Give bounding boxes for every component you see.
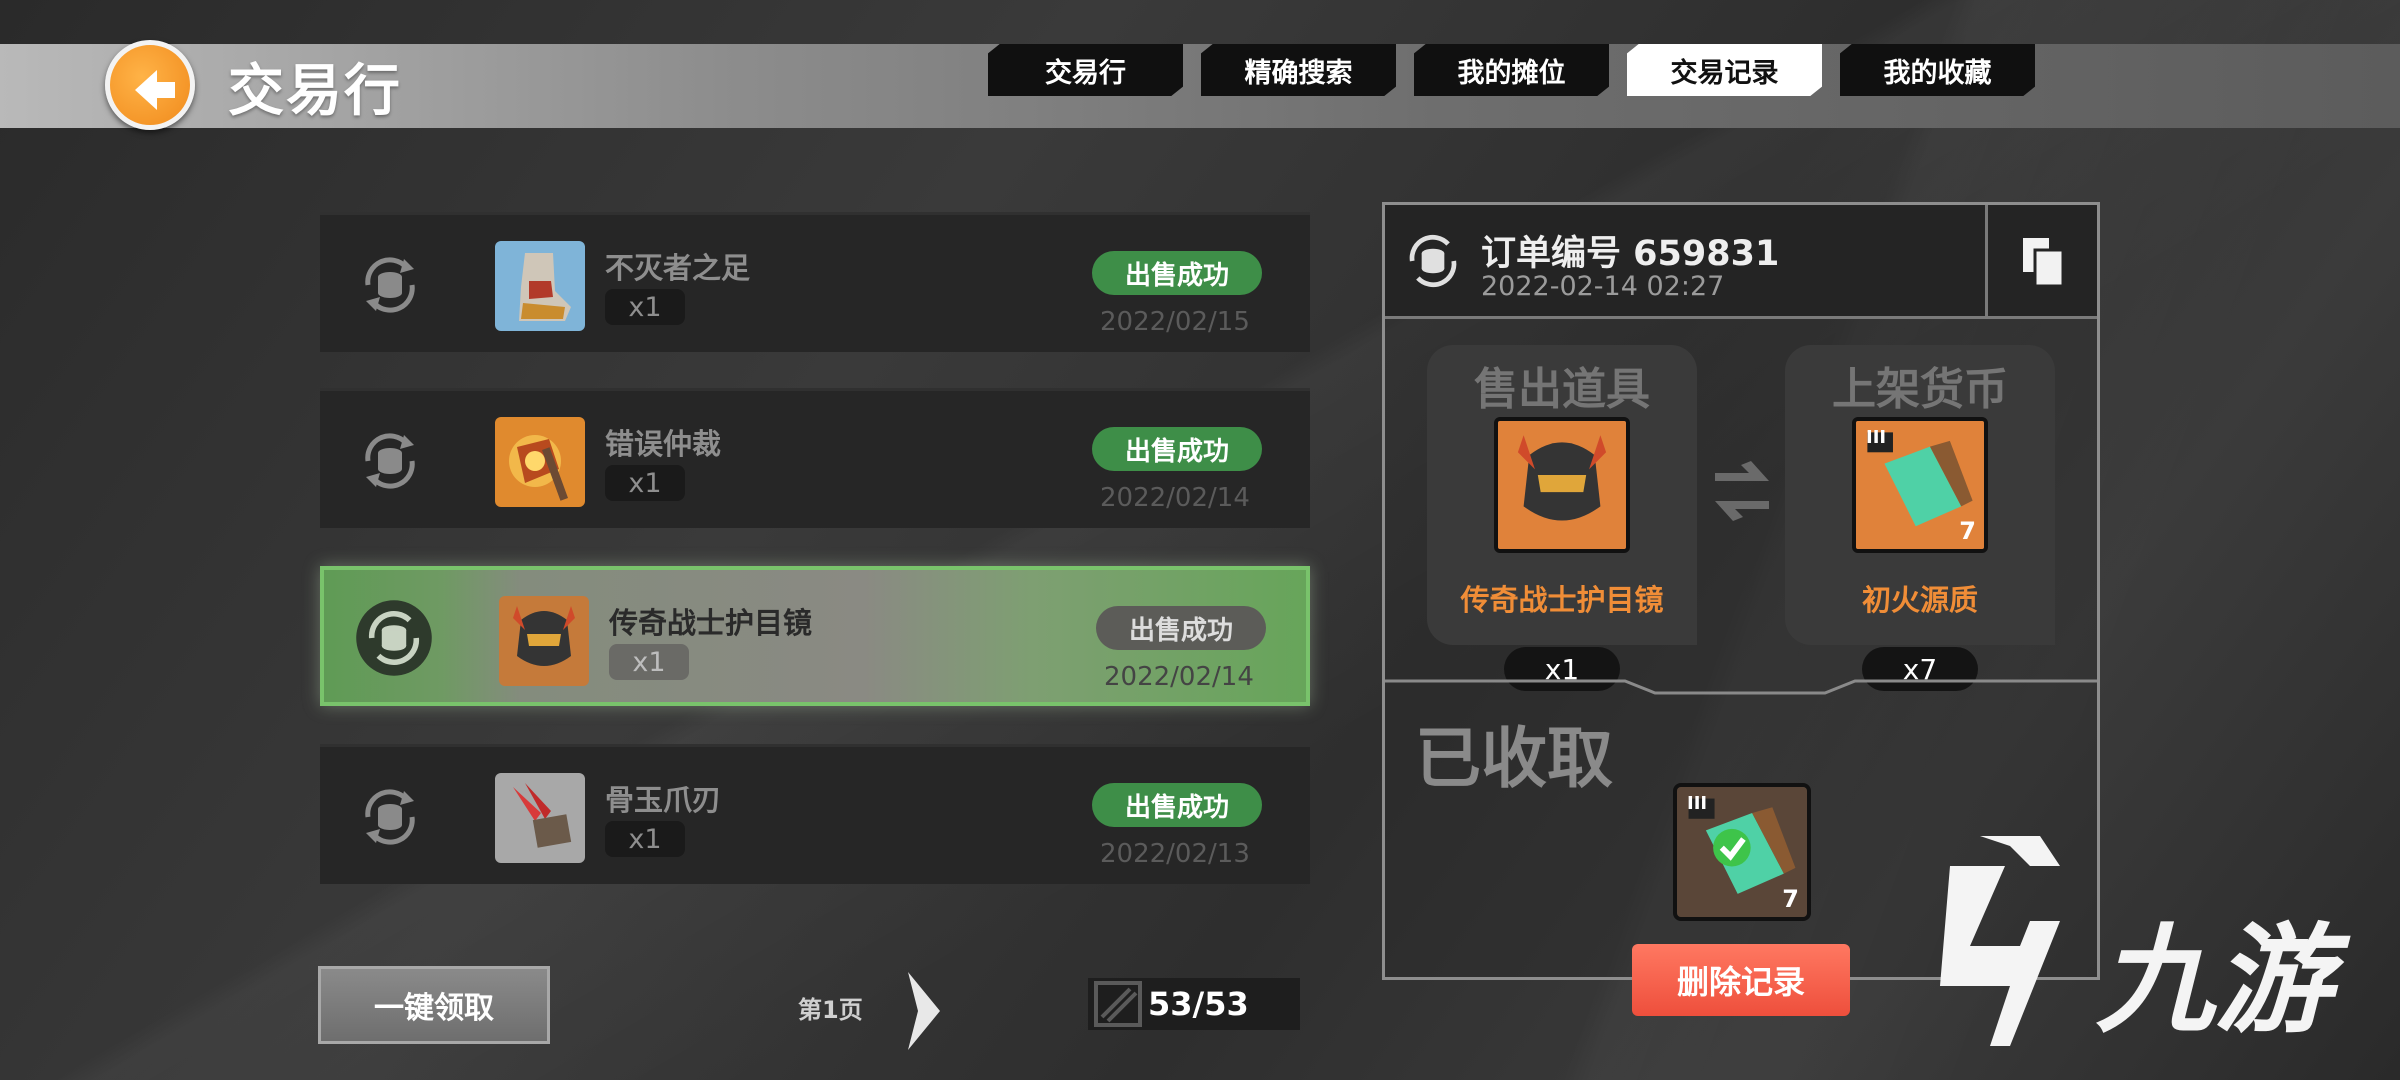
tab-bar: 交易行 精确搜索 我的摊位 交易记录 我的收藏 bbox=[988, 44, 2035, 96]
sold-item-title: 售出道具 bbox=[1474, 364, 1650, 415]
record-date: 2022/02/13 bbox=[1100, 839, 1250, 869]
item-quantity: x1 bbox=[605, 289, 685, 325]
item-name: 骨玉爪刃 bbox=[605, 783, 722, 817]
currency-badge: 7 bbox=[1959, 517, 1976, 545]
status-badge: 出售成功 bbox=[1092, 783, 1262, 827]
swap-arrows-icon bbox=[1715, 461, 1769, 521]
item-name: 不灭者之足 bbox=[605, 251, 751, 285]
order-number: 订单编号 659831 bbox=[1481, 234, 1780, 274]
section-divider bbox=[1385, 679, 2097, 695]
record-date: 2022/02/14 bbox=[1104, 662, 1254, 692]
record-row[interactable]: 错误仲裁 x1 出售成功 2022/02/14 bbox=[320, 388, 1310, 528]
currency-title: 上架货币 bbox=[1832, 364, 2008, 415]
record-row-selected[interactable]: 传奇战士护目镜 x1 出售成功 2022/02/14 bbox=[320, 566, 1310, 706]
delete-record-label: 删除记录 bbox=[1676, 963, 1805, 1001]
tab-precise-search[interactable]: 精确搜索 bbox=[1201, 44, 1396, 96]
helmet-icon[interactable] bbox=[1494, 417, 1630, 553]
coin-exchange-icon bbox=[365, 257, 415, 313]
back-button[interactable] bbox=[105, 40, 195, 130]
coin-exchange-icon bbox=[365, 433, 415, 489]
claimed-label: 已收取 bbox=[1415, 720, 1613, 797]
record-row[interactable]: 骨玉爪刃 x1 出售成功 2022/02/13 bbox=[320, 744, 1310, 884]
claw-blade-icon bbox=[495, 773, 585, 863]
sold-item-name: 传奇战士护目镜 bbox=[1460, 583, 1664, 617]
tab-my-favorites[interactable]: 我的收藏 bbox=[1840, 44, 2035, 96]
watermark-text: 九游 bbox=[2096, 911, 2333, 1049]
item-quantity: x1 bbox=[609, 644, 689, 680]
tier-mark: III bbox=[1866, 427, 1887, 448]
order-time: 2022-02-14 02:27 bbox=[1481, 271, 1725, 302]
currency-name: 初火源质 bbox=[1861, 583, 1978, 617]
arrow-left-icon bbox=[135, 70, 175, 110]
page-title: 交易行 bbox=[228, 59, 402, 124]
delete-record-button[interactable]: 删除记录 bbox=[1632, 944, 1850, 1016]
item-quantity: x1 bbox=[605, 465, 685, 501]
coin-exchange-icon bbox=[1409, 234, 1457, 288]
item-quantity: x1 bbox=[605, 821, 685, 857]
claimed-crystal-icon[interactable]: III 7 bbox=[1673, 783, 1811, 921]
copy-button[interactable] bbox=[1985, 205, 2097, 319]
item-name: 错误仲裁 bbox=[605, 427, 722, 461]
sold-item-card: 售出道具 传奇战士护目镜 x1 bbox=[1427, 345, 1697, 691]
status-badge: 出售成功 bbox=[1092, 427, 1262, 471]
record-date: 2022/02/14 bbox=[1100, 483, 1250, 513]
trade-summary: 售出道具 传奇战士护目镜 x1 上架货币 III 7 初火源质 x7 bbox=[1385, 319, 2097, 699]
currency-card: 上架货币 III 7 初火源质 x7 bbox=[1785, 345, 2055, 691]
tab-my-stall[interactable]: 我的摊位 bbox=[1414, 44, 1609, 96]
listing-counter: 53/53 bbox=[1088, 978, 1300, 1030]
item-name: 传奇战士护目镜 bbox=[609, 606, 813, 640]
crystal-material-icon[interactable]: III 7 bbox=[1852, 417, 1988, 553]
status-badge: 出售成功 bbox=[1092, 251, 1262, 295]
claim-all-button[interactable]: 一键领取 bbox=[318, 966, 550, 1044]
tab-trading-house[interactable]: 交易行 bbox=[988, 44, 1183, 96]
copy-icon bbox=[2022, 238, 2064, 288]
record-row[interactable]: 不灭者之足 x1 出售成功 2022/02/15 bbox=[320, 212, 1310, 352]
axe-weapon-icon bbox=[495, 417, 585, 507]
claimed-badge: 7 bbox=[1782, 885, 1799, 913]
page-indicator: 第1页 bbox=[798, 996, 863, 1024]
record-date: 2022/02/15 bbox=[1100, 307, 1250, 337]
tab-trade-records[interactable]: 交易记录 bbox=[1627, 44, 1822, 96]
order-header: 订单编号 659831 2022-02-14 02:27 bbox=[1385, 205, 2097, 319]
counter-value: 53/53 bbox=[1148, 985, 1249, 1023]
coin-exchange-icon bbox=[365, 789, 415, 845]
next-page-arrow-icon[interactable] bbox=[900, 966, 946, 1056]
coin-exchange-icon bbox=[356, 600, 432, 676]
tier-mark: III bbox=[1687, 793, 1708, 814]
claim-all-label: 一键领取 bbox=[374, 991, 494, 1026]
edit-slot-icon bbox=[1094, 981, 1142, 1027]
status-badge: 出售成功 bbox=[1096, 606, 1266, 650]
watermark-logo: 九游 bbox=[1910, 826, 2370, 1060]
boot-armor-icon bbox=[495, 241, 585, 331]
helmet-icon bbox=[499, 596, 589, 686]
